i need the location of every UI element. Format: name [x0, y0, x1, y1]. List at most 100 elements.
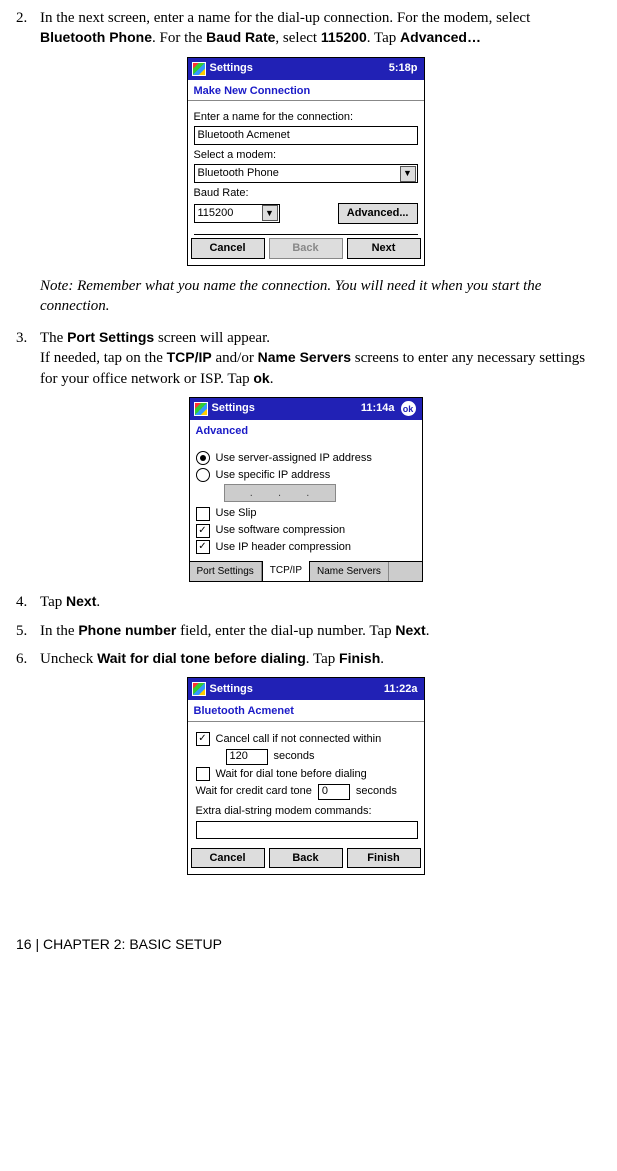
bold-advanced: Advanced…	[400, 29, 481, 45]
bold-baud-rate: Baud Rate	[206, 29, 275, 45]
label: Wait for credit card tone	[196, 784, 312, 799]
button-row: Cancel Back Finish	[196, 845, 416, 869]
windows-icon	[194, 402, 208, 416]
page-footer: 16 | CHAPTER 2: BASIC SETUP	[16, 935, 595, 954]
checkbox-icon	[196, 767, 210, 781]
bold-next: Next	[66, 593, 96, 609]
bold-ok: ok	[253, 370, 269, 386]
back-button: Back	[269, 238, 343, 259]
credit-card-tone-row: Wait for credit card tone 0 seconds	[196, 784, 416, 800]
radio-server-ip[interactable]: Use server-assigned IP address	[196, 451, 416, 466]
bold-name-servers: Name Servers	[258, 349, 351, 365]
title-bar: Settings 11:14a ok	[190, 398, 422, 420]
label: Use IP header compression	[216, 540, 352, 555]
next-button[interactable]: Next	[347, 238, 421, 259]
screenshot-advanced: Settings 11:14a ok Advanced Use server-a…	[189, 397, 423, 583]
checkbox-use-slip[interactable]: Use Slip	[196, 506, 416, 521]
clock: 11:22a	[384, 682, 418, 697]
bold-tcpip: TCP/IP	[167, 349, 212, 365]
subheader: Make New Connection	[188, 80, 424, 102]
clock: 11:14a	[361, 401, 395, 416]
text: screen will appear.	[154, 330, 270, 346]
label: Use software compression	[216, 523, 346, 538]
cancel-button[interactable]: Cancel	[191, 848, 265, 869]
text: In the	[40, 623, 78, 639]
chevron-down-icon: ▼	[262, 205, 278, 221]
label: Cancel call if not connected within	[216, 732, 382, 747]
step-2: 2. In the next screen, enter a name for …	[16, 8, 595, 49]
subheader: Bluetooth Acmenet	[188, 700, 424, 722]
label: seconds	[274, 749, 315, 764]
bold-port-settings: Port Settings	[67, 329, 154, 345]
text: field, enter the dial-up number. Tap	[176, 623, 395, 639]
step-5: 5. In the Phone number field, enter the …	[16, 621, 595, 641]
step-6: 6. Uncheck Wait for dial tone before dia…	[16, 649, 595, 669]
step-2-number: 2.	[16, 8, 40, 49]
ok-button[interactable]: ok	[401, 401, 416, 416]
label: Use Slip	[216, 506, 257, 521]
finish-button[interactable]: Finish	[347, 848, 421, 869]
step-3: 3. The Port Settings screen will appear.…	[16, 328, 595, 389]
baud-select[interactable]: 115200 ▼	[194, 204, 280, 223]
dialog-body: ✓ Cancel call if not connected within 12…	[188, 726, 424, 874]
checkbox-ip-compression[interactable]: ✓ Use IP header compression	[196, 540, 416, 555]
title-text: Settings	[210, 61, 389, 76]
dialog-body: Use server-assigned IP address Use speci…	[190, 445, 422, 555]
radio-specific-ip[interactable]: Use specific IP address	[196, 468, 416, 483]
chevron-down-icon: ▼	[400, 166, 416, 182]
title-text: Settings	[212, 401, 361, 416]
label: Use server-assigned IP address	[216, 451, 372, 466]
screenshot-make-new-connection: Settings 5:18p Make New Connection Enter…	[187, 57, 425, 266]
tab-name-servers[interactable]: Name Servers	[310, 562, 389, 582]
text: .	[380, 651, 384, 667]
checkbox-cancel-call[interactable]: ✓ Cancel call if not connected within	[196, 732, 416, 747]
title-bar: Settings 11:22a	[188, 678, 424, 700]
clock: 5:18p	[389, 61, 418, 76]
text: Uncheck	[40, 651, 97, 667]
connection-name-value: Bluetooth Acmenet	[198, 128, 290, 143]
baud-value: 115200	[198, 206, 234, 221]
advanced-button[interactable]: Advanced...	[338, 203, 418, 224]
text: In the next screen, enter a name for the…	[40, 10, 530, 26]
label: Use specific IP address	[216, 468, 331, 483]
windows-icon	[192, 682, 206, 696]
tab-tcpip[interactable]: TCP/IP	[262, 561, 310, 582]
text: The	[40, 330, 67, 346]
tab-port-settings[interactable]: Port Settings	[190, 562, 262, 582]
text: .	[270, 371, 274, 387]
bold-next: Next	[395, 622, 425, 638]
bold-bluetooth-phone: Bluetooth Phone	[40, 29, 152, 45]
step-4-body: Tap Next.	[40, 592, 595, 612]
radio-icon	[196, 468, 210, 482]
screenshot-3-container: Settings 11:22a Bluetooth Acmenet ✓ Canc…	[16, 677, 595, 875]
credit-card-tone-input[interactable]: 0	[318, 784, 350, 800]
step-3-number: 3.	[16, 328, 40, 389]
checkbox-sw-compression[interactable]: ✓ Use software compression	[196, 523, 416, 538]
step-4: 4. Tap Next.	[16, 592, 595, 612]
cancel-button[interactable]: Cancel	[191, 238, 265, 259]
text: Tap	[40, 594, 66, 610]
windows-icon	[192, 62, 206, 76]
tab-strip: Port Settings TCP/IP Name Servers	[190, 561, 422, 582]
bold-wait-dial-tone: Wait for dial tone before dialing	[97, 650, 306, 666]
checkbox-icon	[196, 507, 210, 521]
subheader: Advanced	[190, 420, 422, 441]
text: If needed, tap on the	[40, 350, 167, 366]
radio-icon	[196, 451, 210, 465]
text: . Tap	[367, 30, 400, 46]
bold-finish: Finish	[339, 650, 380, 666]
cancel-call-seconds-input[interactable]: 120	[226, 749, 268, 765]
extra-commands-label: Extra dial-string modem commands:	[196, 804, 416, 819]
step-2-body: In the next screen, enter a name for the…	[40, 8, 595, 49]
step-6-body: Uncheck Wait for dial tone before dialin…	[40, 649, 595, 669]
connection-name-input[interactable]: Bluetooth Acmenet	[194, 126, 418, 145]
text: .	[96, 594, 100, 610]
modem-select[interactable]: Bluetooth Phone ▼	[194, 164, 418, 183]
extra-commands-input[interactable]	[196, 821, 418, 839]
screenshot-1-container: Settings 5:18p Make New Connection Enter…	[16, 57, 595, 266]
modem-value: Bluetooth Phone	[198, 166, 279, 181]
checkbox-wait-dial-tone[interactable]: Wait for dial tone before dialing	[196, 767, 416, 782]
title-bar: Settings 5:18p	[188, 58, 424, 80]
back-button[interactable]: Back	[269, 848, 343, 869]
checkbox-icon: ✓	[196, 732, 210, 746]
